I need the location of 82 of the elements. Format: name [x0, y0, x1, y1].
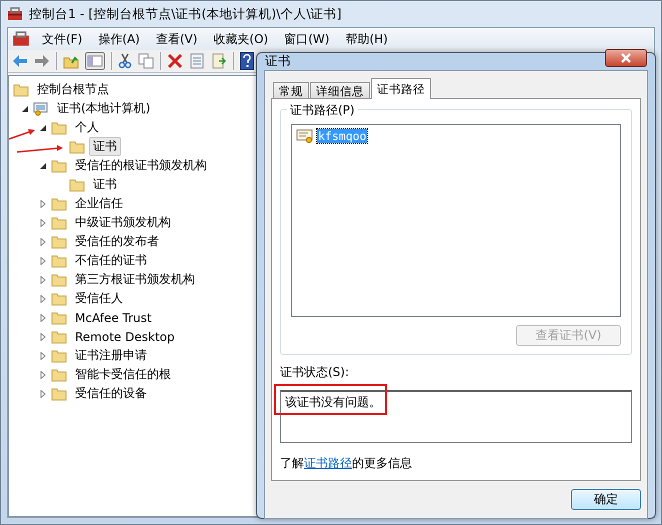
- collapsed-arrow-icon[interactable]: [39, 352, 47, 360]
- tree-item[interactable]: 证书注册申请: [71, 346, 151, 365]
- folder-icon: [13, 82, 29, 96]
- menu-item[interactable]: 帮助(H): [337, 28, 396, 50]
- certificate-icon: [296, 128, 314, 144]
- tab[interactable]: 详细信息: [310, 82, 370, 99]
- tree-item[interactable]: 中级证书颁发机构: [71, 213, 175, 232]
- toolbox-icon[interactable]: [12, 31, 30, 47]
- folder-icon: [51, 254, 67, 268]
- menu-item[interactable]: 收藏夹(O): [205, 28, 276, 50]
- tree-item[interactable]: 证书: [89, 175, 121, 194]
- menu-item[interactable]: 查看(V): [148, 28, 206, 50]
- tree-pane-icon[interactable]: [85, 52, 105, 70]
- folder-icon: [51, 386, 67, 400]
- window-title: 控制台1 - [控制台根节点\证书(本地计算机)\个人\证书]: [29, 6, 342, 22]
- folder-icon: [51, 348, 67, 362]
- expanded-arrow-icon[interactable]: [39, 124, 47, 132]
- annotation-arrow-icon: [16, 144, 64, 154]
- collapsed-arrow-icon[interactable]: [39, 218, 47, 226]
- tree-item[interactable]: 智能卡受信任的根: [71, 365, 175, 384]
- tree-item[interactable]: 企业信任: [71, 194, 127, 213]
- folder-icon: [51, 120, 67, 134]
- collapsed-arrow-icon[interactable]: [39, 390, 47, 398]
- folder-up-icon[interactable]: [63, 54, 79, 68]
- scissors-icon[interactable]: [118, 53, 132, 69]
- folder-icon: [51, 292, 67, 306]
- tree-item[interactable]: 受信任的根证书颁发机构: [71, 156, 211, 175]
- tree-item[interactable]: Remote Desktop: [71, 328, 179, 344]
- collapsed-arrow-icon[interactable]: [39, 276, 47, 284]
- collapsed-arrow-icon[interactable]: [39, 238, 47, 246]
- export-icon[interactable]: [211, 53, 227, 69]
- help-icon[interactable]: [240, 52, 254, 70]
- menu-item[interactable]: 窗口(W): [276, 28, 338, 50]
- tree-item[interactable]: 受信任人: [71, 289, 127, 308]
- annotation-arrow-icon: [8, 127, 36, 141]
- expanded-arrow-icon[interactable]: [39, 162, 47, 170]
- properties-icon[interactable]: [189, 53, 205, 69]
- collapsed-arrow-icon[interactable]: [39, 314, 47, 322]
- folder-icon: [51, 272, 67, 286]
- folder-icon: [51, 234, 67, 248]
- folder-icon: [51, 196, 67, 210]
- collapsed-arrow-icon[interactable]: [39, 200, 47, 208]
- ok-button[interactable]: 确定: [571, 489, 641, 510]
- group-label: 证书路径(P): [287, 102, 358, 119]
- tree-item[interactable]: 不信任的证书: [71, 251, 151, 270]
- tab[interactable]: 常规: [273, 82, 309, 99]
- folder-icon: [69, 178, 85, 192]
- delete-icon[interactable]: [167, 53, 183, 69]
- menu-item[interactable]: 文件(F): [34, 28, 90, 50]
- close-button[interactable]: [605, 48, 647, 66]
- status-label: 证书状态(S):: [280, 364, 350, 381]
- collapsed-arrow-icon[interactable]: [39, 256, 47, 264]
- collapsed-arrow-icon[interactable]: [39, 370, 47, 378]
- folder-icon: [51, 368, 67, 382]
- tree-item[interactable]: McAfee Trust: [71, 310, 156, 326]
- close-icon: [621, 52, 631, 62]
- collapsed-arrow-icon[interactable]: [39, 294, 47, 302]
- folder-icon: [51, 216, 67, 230]
- folder-icon: [69, 140, 85, 154]
- tree-item[interactable]: 控制台根节点: [33, 80, 113, 99]
- tree-item[interactable]: 第三方根证书颁发机构: [71, 270, 199, 289]
- folder-icon: [51, 330, 67, 344]
- toolbox-icon: [7, 7, 23, 21]
- tree-item[interactable]: 证书(本地计算机): [53, 99, 154, 118]
- tree-item[interactable]: 证书: [89, 137, 121, 156]
- copy-icon[interactable]: [138, 53, 154, 69]
- back-arrow-icon[interactable]: [12, 54, 28, 68]
- tree-item[interactable]: 受信任的设备: [71, 384, 151, 403]
- dialog-title: 证书: [265, 53, 291, 70]
- status-field: 该证书没有问题。: [280, 390, 632, 443]
- learn-more-text: 了解证书路径的更多信息: [280, 455, 413, 472]
- tab[interactable]: 证书路径: [371, 78, 431, 99]
- certificate-store-icon: [33, 101, 49, 116]
- expanded-arrow-icon[interactable]: [21, 104, 29, 112]
- certificate-path-link[interactable]: 证书路径: [304, 456, 352, 470]
- tree-item[interactable]: 个人: [71, 118, 103, 137]
- menu-item[interactable]: 操作(A): [90, 28, 148, 50]
- tree-item[interactable]: 受信任的发布者: [71, 232, 163, 251]
- folder-icon: [51, 158, 67, 172]
- folder-icon: [51, 310, 67, 324]
- forward-arrow-icon[interactable]: [34, 54, 50, 68]
- collapsed-arrow-icon[interactable]: [39, 332, 47, 340]
